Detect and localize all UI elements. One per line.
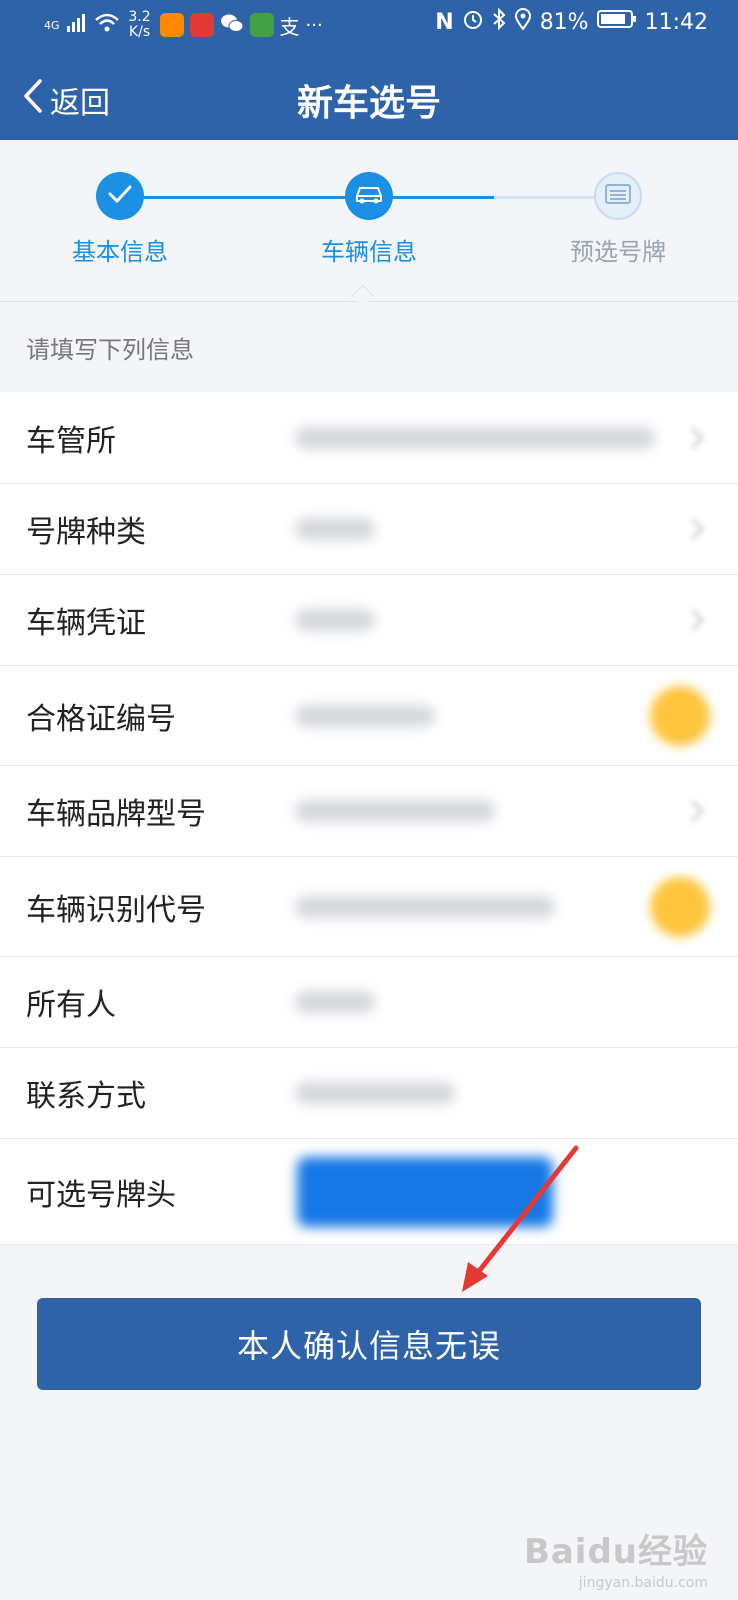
blurred-value: [295, 704, 435, 727]
row-label: 车辆识别代号: [26, 892, 206, 928]
location-icon: [514, 8, 532, 36]
row-value-blurred: [287, 1048, 738, 1138]
step-3-circle: [594, 172, 642, 220]
plate-prefix-selector[interactable]: [297, 1157, 553, 1227]
watermark-main: Baidu经验: [523, 1532, 708, 1572]
watermark-sub: jingyan.baidu.com: [578, 1575, 708, 1591]
form-row-vehicle-certificate[interactable]: 车辆凭证: [0, 575, 738, 666]
blurred-value: [295, 609, 375, 631]
row-label: 号牌种类: [26, 515, 146, 550]
check-icon: [107, 183, 133, 209]
row-value-blurred: [287, 957, 738, 1047]
top-bar: 4G 3.2 K/s 支 ··· N 81% 11:42 返回 新车选号: [0, 0, 738, 140]
row-label: 合格证编号: [26, 701, 176, 737]
blurred-value: [295, 426, 655, 449]
step-line-pending: [494, 196, 594, 199]
vehicle-info-form: 车管所 号牌种类 车辆凭证 合格证编号 车辆品牌型号 车辆识别代号 所有人 联系…: [0, 392, 738, 1245]
row-label: 可选号牌头: [26, 1177, 176, 1213]
step-line-partial: [388, 196, 494, 199]
step-indicator: 基本信息 车辆信息 预选号牌: [0, 140, 738, 308]
battery-icon: [596, 9, 637, 35]
section-hint: 请填写下列信息: [26, 336, 194, 364]
confirm-info-button[interactable]: 本人确认信息无误: [37, 1298, 701, 1390]
blurred-value: [295, 800, 495, 822]
browser-app-icon: [249, 13, 274, 37]
nav-bar: 返回 新车选号: [0, 56, 738, 140]
blurred-value: [295, 895, 555, 918]
step-line-done: [140, 196, 364, 199]
speed-value: 3.2: [128, 9, 151, 25]
row-value-blurred: [287, 575, 738, 665]
alipay-icon: 支: [279, 14, 300, 39]
more-icon: ···: [305, 14, 323, 36]
row-value-blurred: [287, 666, 738, 765]
chevron-right-icon: [690, 799, 705, 823]
bluetooth-icon: [492, 7, 506, 36]
form-row-contact[interactable]: 联系方式: [0, 1048, 738, 1139]
license-plate-icon: [605, 184, 631, 208]
row-label: 联系方式: [26, 1079, 146, 1114]
status-bar: 4G 3.2 K/s 支 ··· N 81% 11:42: [0, 0, 738, 52]
status-left: 4G 3.2 K/s 支 ···: [44, 10, 323, 40]
row-value-blurred: [287, 484, 738, 574]
blurred-value: [295, 991, 375, 1013]
row-label: 车辆凭证: [26, 606, 146, 641]
step-pointer: [351, 284, 375, 308]
clock-time: 11:42: [644, 9, 708, 35]
page-title: 新车选号: [296, 83, 441, 124]
blurred-value: [295, 1082, 455, 1104]
network-label: 4G: [44, 18, 60, 32]
chevron-right-icon: [690, 426, 705, 449]
blurred-value: [295, 518, 375, 540]
network-speed: 3.2 K/s: [126, 10, 154, 40]
status-right: N 81% 11:42: [435, 7, 708, 36]
speed-unit: K/s: [128, 24, 151, 40]
watermark: Baidu经验 jingyan.baidu.com: [524, 1524, 708, 1591]
row-label: 车管所: [26, 423, 116, 459]
step-3-label: 预选号牌: [570, 238, 666, 266]
chevron-right-icon: [690, 608, 705, 632]
signal-icon: [66, 12, 88, 38]
row-value-blurred: [287, 857, 738, 956]
chevron-right-icon: [690, 517, 705, 541]
wechat-icon: [220, 12, 244, 38]
battery-percent: 81%: [539, 9, 589, 35]
nfc-icon: N: [435, 9, 454, 35]
step-2-circle: [345, 172, 393, 220]
step-2-label: 车辆信息: [321, 238, 417, 266]
row-value-blurred: [287, 766, 738, 856]
row-label: 车辆品牌型号: [26, 797, 206, 832]
row-value-blurred: [287, 1139, 738, 1244]
form-row-certificate-number[interactable]: 合格证编号: [0, 666, 738, 766]
alarm-icon: [462, 8, 484, 36]
row-value-blurred: [287, 392, 738, 483]
form-row-vehicle-office[interactable]: 车管所: [0, 392, 738, 484]
form-row-vin[interactable]: 车辆识别代号: [0, 857, 738, 957]
car-icon: [353, 182, 385, 210]
news-app-icon: [189, 13, 214, 37]
step-1-circle: [96, 172, 144, 220]
row-label: 所有人: [26, 988, 116, 1023]
form-row-owner[interactable]: 所有人: [0, 957, 738, 1048]
step-1-label: 基本信息: [72, 238, 168, 266]
wifi-icon: [94, 12, 120, 38]
warning-icon[interactable]: [650, 876, 710, 937]
warning-icon[interactable]: [650, 685, 710, 746]
form-row-plate-type[interactable]: 号牌种类: [0, 484, 738, 575]
video-app-icon: [159, 13, 184, 37]
form-row-brand-model[interactable]: 车辆品牌型号: [0, 766, 738, 857]
form-row-plate-prefix[interactable]: 可选号牌头: [0, 1139, 738, 1245]
